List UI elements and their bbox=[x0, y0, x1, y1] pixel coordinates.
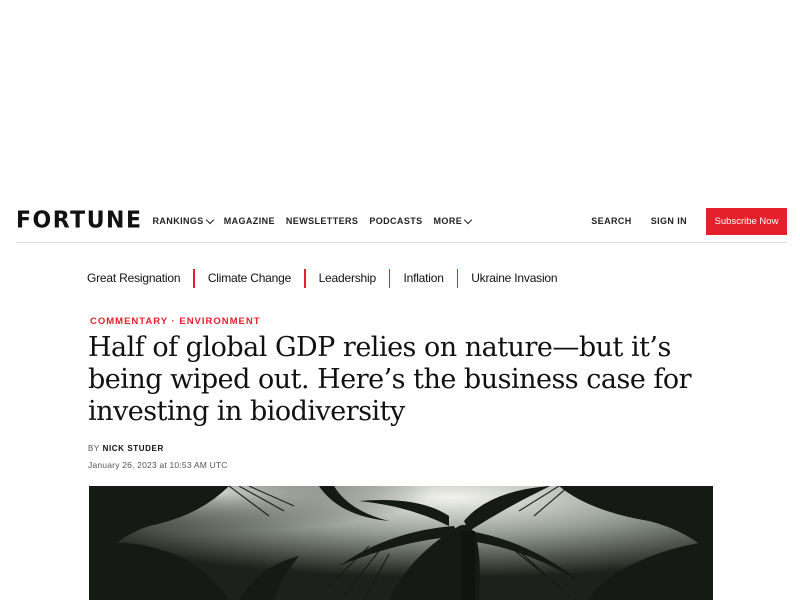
trending-topic-ukraine-invasion[interactable]: Ukraine Invasion bbox=[471, 271, 557, 285]
chevron-down-icon bbox=[463, 215, 473, 224]
nav-item-rankings[interactable]: RANKINGS bbox=[152, 215, 214, 226]
trending-topics-bar: Great Resignation Climate Change Leaders… bbox=[87, 268, 558, 288]
category-environment-link[interactable]: ENVIRONMENT bbox=[179, 316, 260, 327]
trending-separator bbox=[388, 268, 391, 288]
article-headline: Half of global GDP relies on nature—but … bbox=[88, 332, 692, 427]
search-link[interactable]: SEARCH bbox=[591, 216, 631, 226]
category-separator: · bbox=[171, 316, 176, 327]
category-commentary-link[interactable]: COMMENTARY bbox=[90, 316, 168, 327]
trending-topic-inflation[interactable]: Inflation bbox=[403, 271, 443, 285]
trending-separator bbox=[304, 268, 306, 288]
nav-item-label: NEWSLETTERS bbox=[285, 216, 359, 226]
byline: BY NICK STUDER bbox=[88, 444, 164, 453]
utility-nav: SEARCH SIGN IN Subscribe Now bbox=[591, 207, 787, 235]
nav-item-podcasts[interactable]: PODCASTS bbox=[369, 216, 422, 226]
nav-item-label: MAGAZINE bbox=[223, 216, 275, 226]
publish-date: January 26, 2023 at 10:53 AM UTC bbox=[88, 460, 228, 470]
nav-item-label: MORE bbox=[433, 216, 463, 226]
primary-nav: RANKINGS MAGAZINE NEWSLETTERS PODCASTS M… bbox=[152, 215, 483, 226]
sign-in-link[interactable]: SIGN IN bbox=[651, 216, 687, 226]
subscribe-button[interactable]: Subscribe Now bbox=[706, 207, 787, 235]
trending-separator bbox=[456, 268, 459, 288]
article-categories: COMMENTARY · ENVIRONMENT bbox=[90, 316, 261, 327]
trending-topic-climate-change[interactable]: Climate Change bbox=[208, 271, 291, 285]
nav-item-newsletters[interactable]: NEWSLETTERS bbox=[286, 216, 358, 226]
trending-topic-great-resignation[interactable]: Great Resignation bbox=[87, 271, 181, 285]
fortune-logo[interactable]: FORTUNE bbox=[16, 206, 143, 235]
author-link[interactable]: NICK STUDER bbox=[103, 444, 164, 453]
top-nav: FORTUNE RANKINGS MAGAZINE NEWSLETTERS PO… bbox=[16, 207, 787, 235]
header-divider bbox=[16, 242, 787, 243]
byline-prefix: BY bbox=[88, 444, 100, 453]
trending-topic-leadership[interactable]: Leadership bbox=[319, 271, 377, 285]
ad-space bbox=[0, 0, 800, 200]
chevron-down-icon bbox=[205, 215, 214, 224]
trending-separator bbox=[193, 268, 195, 288]
nav-item-more[interactable]: MORE bbox=[433, 215, 473, 226]
nav-item-magazine[interactable]: MAGAZINE bbox=[224, 216, 275, 226]
hero-image bbox=[89, 486, 713, 600]
palm-canopy-illustration bbox=[89, 486, 713, 600]
nav-item-label: RANKINGS bbox=[152, 216, 204, 226]
nav-item-label: PODCASTS bbox=[369, 216, 423, 226]
